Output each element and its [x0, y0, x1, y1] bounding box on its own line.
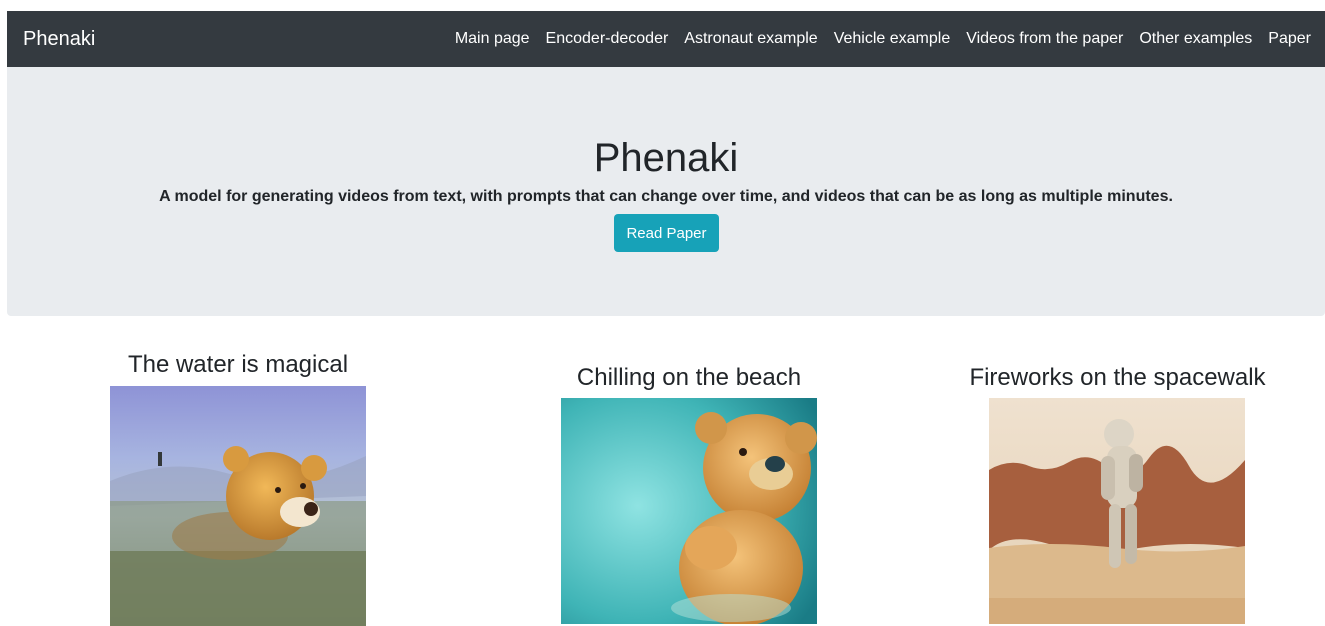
teddy-bear-water-video[interactable]: [110, 386, 366, 626]
nav-link-encoder-decoder[interactable]: Encoder-decoder: [546, 29, 669, 49]
nav-link-paper[interactable]: Paper: [1268, 29, 1311, 49]
nav-links: Main page Encoder-decoder Astronaut exam…: [455, 29, 1311, 49]
nav-link-videos-from-paper[interactable]: Videos from the paper: [966, 29, 1123, 49]
astronaut-spacewalk-video[interactable]: [989, 398, 1245, 624]
nav-link-vehicle-example[interactable]: Vehicle example: [834, 29, 951, 49]
hero-title: Phenaki: [593, 136, 739, 180]
example-card-beach: Chilling on the beach: [548, 363, 830, 393]
example-title: The water is magical: [127, 351, 349, 378]
hero-subtitle: A model for generating videos from text,…: [159, 188, 1173, 205]
example-title: Chilling on the beach: [576, 364, 802, 391]
teddy-bear-underwater-video[interactable]: [561, 398, 817, 624]
nav-link-main-page[interactable]: Main page: [455, 29, 530, 49]
nav-link-other-examples[interactable]: Other examples: [1139, 29, 1252, 49]
example-title: Fireworks on the spacewalk: [969, 364, 1266, 391]
nav-link-astronaut-example[interactable]: Astronaut example: [684, 29, 817, 49]
brand-link[interactable]: Phenaki: [23, 27, 95, 51]
read-paper-button[interactable]: Read Paper: [614, 214, 719, 252]
hero-jumbotron: Phenaki A model for generating videos fr…: [7, 67, 1325, 316]
example-card-water: The water is magical: [98, 350, 378, 380]
example-card-spacewalk: Fireworks on the spacewalk: [955, 363, 1280, 393]
top-navbar: Phenaki Main page Encoder-decoder Astron…: [7, 11, 1325, 67]
